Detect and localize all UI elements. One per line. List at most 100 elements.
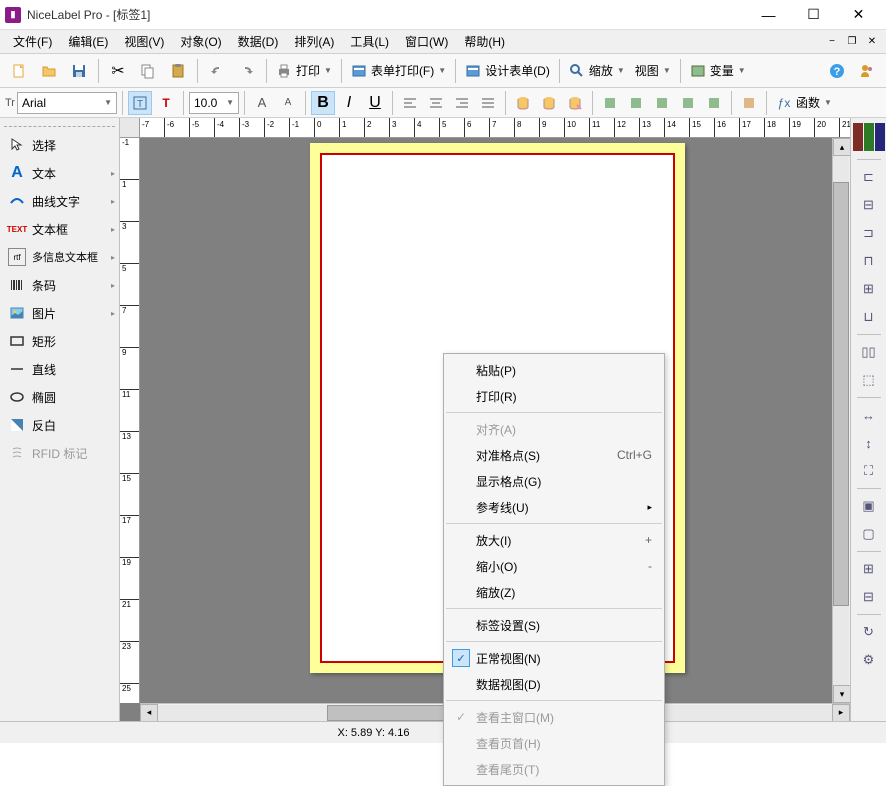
ctx-R[interactable]: 打印(R) [444, 383, 664, 409]
color-swatch-2[interactable] [864, 123, 874, 151]
ctx-O[interactable]: 缩小(O)- [444, 553, 664, 579]
ruler-vertical[interactable]: -113579111315171921232527 [120, 138, 140, 703]
functions-button[interactable]: ƒx 函数▼ [772, 94, 836, 111]
undo-button[interactable] [203, 57, 231, 85]
ungroup[interactable]: ⊟ [855, 584, 883, 610]
new-button[interactable] [5, 57, 33, 85]
tool-rfid[interactable]: RFID 标记 [0, 439, 119, 467]
ctx-D[interactable]: 数据视图(D) [444, 671, 664, 697]
decrease-font[interactable]: A [276, 91, 300, 115]
same-height[interactable]: ↕ [855, 430, 883, 456]
send-back[interactable]: ▢ [855, 521, 883, 547]
menu-file[interactable]: 文件(F) [5, 31, 60, 52]
tool-ellipse[interactable]: 椭圆 [0, 383, 119, 411]
tool-text[interactable]: A 文本▸ [0, 159, 119, 187]
help-icon[interactable]: ? [823, 57, 851, 85]
cut-button[interactable]: ✂ [104, 57, 132, 85]
settings-panel[interactable]: ⚙ [855, 647, 883, 673]
close-button[interactable]: ✕ [836, 1, 881, 29]
align-bottom-panel[interactable]: ⊔ [855, 304, 883, 330]
tool-barcode[interactable]: 条码▸ [0, 271, 119, 299]
align-left-panel[interactable]: ⊏ [855, 164, 883, 190]
paste-button[interactable] [164, 57, 192, 85]
ctx-S[interactable]: 对准格点(S)Ctrl+G [444, 442, 664, 468]
users-icon[interactable] [853, 57, 881, 85]
tool-rtf[interactable]: rtf 多信息文本框▸ [0, 243, 119, 271]
align-center[interactable] [424, 91, 448, 115]
db-tool-2[interactable] [537, 91, 561, 115]
align-justify[interactable] [476, 91, 500, 115]
ctx-U[interactable]: 参考线(U)▸ [444, 494, 664, 520]
ctx-Z[interactable]: 缩放(Z) [444, 579, 664, 605]
misc-tool-1[interactable] [598, 91, 622, 115]
color-swatch-1[interactable] [853, 123, 863, 151]
view-button[interactable]: 视图▼ [631, 62, 675, 79]
misc-tool-4[interactable] [676, 91, 700, 115]
same-size[interactable]: ⛶ [855, 458, 883, 484]
bring-front[interactable]: ▣ [855, 493, 883, 519]
font-size-combo[interactable]: 10.0 ▼ [189, 92, 239, 114]
font-family-combo[interactable]: Arial ▼ [17, 92, 117, 114]
print-button[interactable]: 打印▼ [272, 62, 336, 79]
tool-textbox[interactable]: TEXT 文本框▸ [0, 215, 119, 243]
scrollbar-vertical[interactable]: ▴ ▾ [832, 138, 850, 703]
menu-edit[interactable]: 编辑(E) [60, 31, 116, 52]
menu-arrange[interactable]: 排列(A) [286, 31, 342, 52]
increase-font[interactable]: A [250, 91, 274, 115]
db-tool-3[interactable] [563, 91, 587, 115]
menu-data[interactable]: 数据(D) [230, 31, 287, 52]
mdi-minimize[interactable]: − [823, 34, 841, 50]
misc-tool-3[interactable] [650, 91, 674, 115]
menu-tools[interactable]: 工具(L) [342, 31, 397, 52]
menu-window[interactable]: 窗口(W) [397, 31, 456, 52]
misc-tool-5[interactable] [702, 91, 726, 115]
align-right[interactable] [450, 91, 474, 115]
group[interactable]: ⊞ [855, 556, 883, 582]
ctx-S[interactable]: 标签设置(S) [444, 612, 664, 638]
align-top-panel[interactable]: ⊓ [855, 248, 883, 274]
minimize-button[interactable]: — [746, 1, 791, 29]
same-width[interactable]: ↔ [855, 402, 883, 428]
open-button[interactable] [35, 57, 63, 85]
ctx-P[interactable]: 粘贴(P) [444, 357, 664, 383]
tool-image[interactable]: 图片▸ [0, 299, 119, 327]
align-right-panel[interactable]: ⊐ [855, 220, 883, 246]
ruler-horizontal[interactable]: -7-6-5-4-3-2-101234567891011121314151617… [140, 118, 850, 138]
italic-button[interactable]: I [337, 91, 361, 115]
save-button[interactable] [65, 57, 93, 85]
tool-select[interactable]: 选择 [0, 131, 119, 159]
text-mode-1[interactable]: T [128, 91, 152, 115]
design-form-button[interactable]: 设计表单(D) [461, 62, 554, 79]
copy-button[interactable] [134, 57, 162, 85]
form-print-button[interactable]: 表单打印(F)▼ [347, 62, 450, 79]
distribute-h[interactable]: ▯▯ [855, 339, 883, 365]
align-hcenter-panel[interactable]: ⊟ [855, 192, 883, 218]
menu-object[interactable]: 对象(O) [172, 31, 229, 52]
misc-tool-2[interactable] [624, 91, 648, 115]
zoom-button[interactable]: 缩放▼ [565, 62, 629, 79]
align-left[interactable] [398, 91, 422, 115]
tool-rect[interactable]: 矩形 [0, 327, 119, 355]
color-swatch-3[interactable] [875, 123, 885, 151]
rotate-cw[interactable]: ↻ [855, 619, 883, 645]
menu-view[interactable]: 视图(V) [116, 31, 172, 52]
ctx-I[interactable]: 放大(I)+ [444, 527, 664, 553]
db-tool-1[interactable] [511, 91, 535, 115]
align-vcenter-panel[interactable]: ⊞ [855, 276, 883, 302]
variable-button[interactable]: 变量▼ [686, 62, 750, 79]
redo-button[interactable] [233, 57, 261, 85]
mdi-close[interactable]: ✕ [863, 34, 881, 50]
maximize-button[interactable]: ☐ [791, 1, 836, 29]
tool-line[interactable]: 直线 [0, 355, 119, 383]
distribute-v[interactable]: ⬚ [855, 367, 883, 393]
underline-button[interactable]: U [363, 91, 387, 115]
menu-help[interactable]: 帮助(H) [456, 31, 513, 52]
mdi-restore[interactable]: ❐ [843, 34, 861, 50]
tool-curve-text[interactable]: 曲线文字▸ [0, 187, 119, 215]
tool-inverse[interactable]: 反白 [0, 411, 119, 439]
text-mode-2[interactable]: T [154, 91, 178, 115]
ctx-G[interactable]: 显示格点(G) [444, 468, 664, 494]
ctx-N[interactable]: ✓正常视图(N) [444, 645, 664, 671]
ruler-corner[interactable] [120, 118, 140, 138]
misc-tool-6[interactable] [737, 91, 761, 115]
